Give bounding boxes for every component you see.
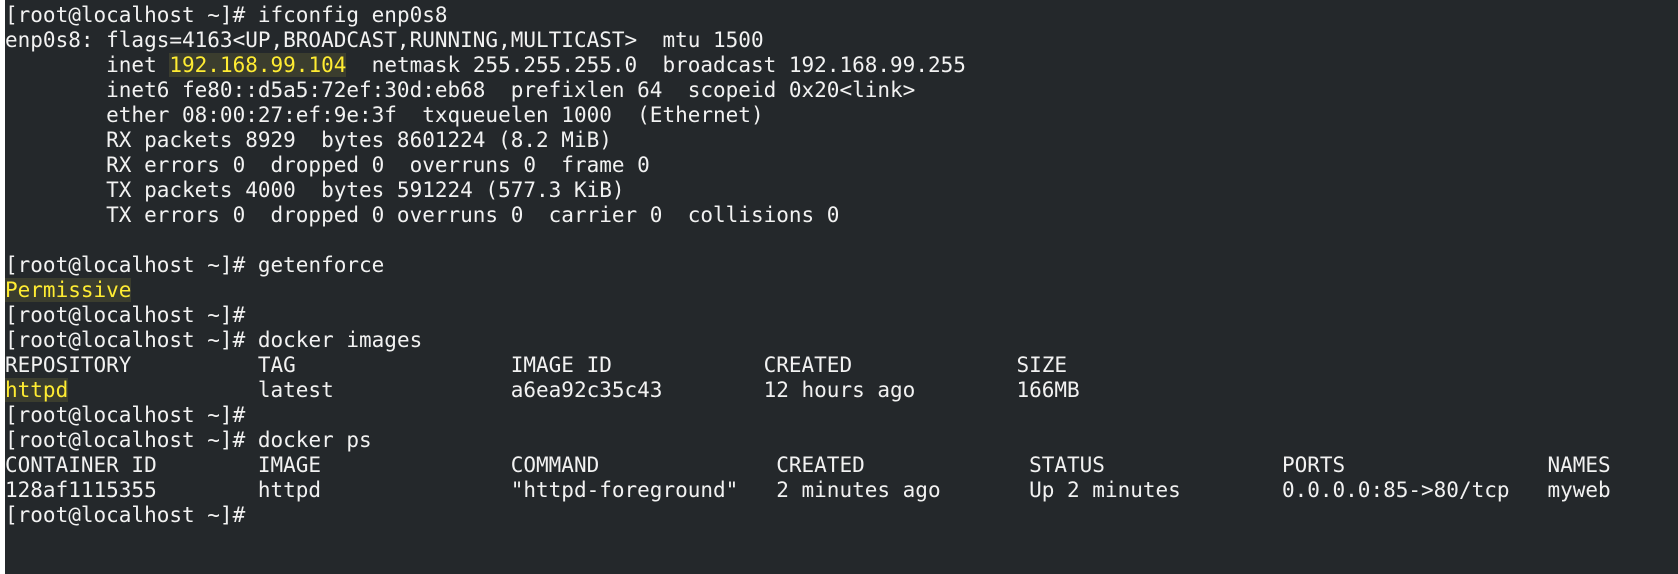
shell-prompt: [root@localhost ~]# [5, 328, 258, 352]
output-text: 128af1115355 httpd "httpd-foreground" 2 … [5, 478, 1611, 502]
repository-highlight: httpd [5, 378, 69, 402]
prompt-line: [root@localhost ~]# docker ps [5, 428, 1611, 453]
shell-command: docker images [257, 328, 423, 352]
output-line: enp0s8: flags=4163<UP,BROADCAST,RUNNING,… [5, 28, 1611, 53]
output-line: Permissive [5, 278, 1611, 303]
output-line: inet 192.168.99.104 netmask 255.255.255.… [5, 53, 1611, 78]
output-text: latest a6ea92c35c43 12 hours ago 166MB [68, 378, 1080, 402]
output-line: CONTAINER ID IMAGE COMMAND CREATED STATU… [5, 453, 1611, 478]
output-text: TX packets 4000 bytes 591224 (577.3 KiB) [5, 178, 625, 202]
output-line: 128af1115355 httpd "httpd-foreground" 2 … [5, 478, 1611, 503]
shell-prompt: [root@localhost ~]# [5, 403, 258, 427]
shell-command: docker ps [257, 428, 372, 452]
output-text: TX errors 0 dropped 0 overruns 0 carrier… [5, 203, 840, 227]
output-text: enp0s8: flags=4163<UP,BROADCAST,RUNNING,… [5, 28, 764, 52]
output-line: RX errors 0 dropped 0 overruns 0 frame 0 [5, 153, 1611, 178]
prompt-line: [root@localhost ~]# docker images [5, 328, 1611, 353]
shell-prompt: [root@localhost ~]# [5, 3, 258, 27]
prompt-line: [root@localhost ~]# [5, 303, 1611, 328]
output-line: TX errors 0 dropped 0 overruns 0 carrier… [5, 203, 1611, 228]
shell-prompt: [root@localhost ~]# [5, 253, 258, 277]
output-text: RX errors 0 dropped 0 overruns 0 frame 0 [5, 153, 650, 177]
prompt-line: [root@localhost ~]# [5, 403, 1611, 428]
output-line: REPOSITORY TAG IMAGE ID CREATED SIZE [5, 353, 1611, 378]
output-text: RX packets 8929 bytes 8601224 (8.2 MiB) [5, 128, 612, 152]
output-text: ether 08:00:27:ef:9e:3f txqueuelen 1000 … [5, 103, 764, 127]
table-row: httpd latest a6ea92c35c43 12 hours ago 1… [5, 378, 1611, 403]
prompt-line: [root@localhost ~]# [5, 503, 1611, 528]
output-line: ether 08:00:27:ef:9e:3f txqueuelen 1000 … [5, 103, 1611, 128]
output-text: CONTAINER ID IMAGE COMMAND CREATED STATU… [5, 453, 1611, 477]
output-text: netmask 255.255.255.0 broadcast 192.168.… [346, 53, 966, 77]
shell-command: ifconfig enp0s8 [257, 3, 448, 27]
output-line: TX packets 4000 bytes 591224 (577.3 KiB) [5, 178, 1611, 203]
terminal-window[interactable]: [root@localhost ~]# ifconfig enp0s8 enp0s… [5, 0, 1678, 574]
terminal-output: [root@localhost ~]# ifconfig enp0s8 enp0s… [5, 3, 1611, 528]
output-line: RX packets 8929 bytes 8601224 (8.2 MiB) [5, 128, 1611, 153]
shell-prompt: [root@localhost ~]# [5, 503, 258, 527]
shell-prompt: [root@localhost ~]# [5, 303, 258, 327]
output-text: inet [5, 53, 170, 77]
prompt-line: [root@localhost ~]# getenforce [5, 253, 1611, 278]
selinux-status-highlight: Permissive [5, 278, 132, 302]
ip-address-highlight: 192.168.99.104 [169, 53, 347, 77]
shell-prompt: [root@localhost ~]# [5, 428, 258, 452]
prompt-line: [root@localhost ~]# ifconfig enp0s8 [5, 3, 1611, 28]
output-text: inet6 fe80::d5a5:72ef:30d:eb68 prefixlen… [5, 78, 916, 102]
output-line: inet6 fe80::d5a5:72ef:30d:eb68 prefixlen… [5, 78, 1611, 103]
shell-command: getenforce [257, 253, 385, 277]
output-text: REPOSITORY TAG IMAGE ID CREATED SIZE [5, 353, 1068, 377]
